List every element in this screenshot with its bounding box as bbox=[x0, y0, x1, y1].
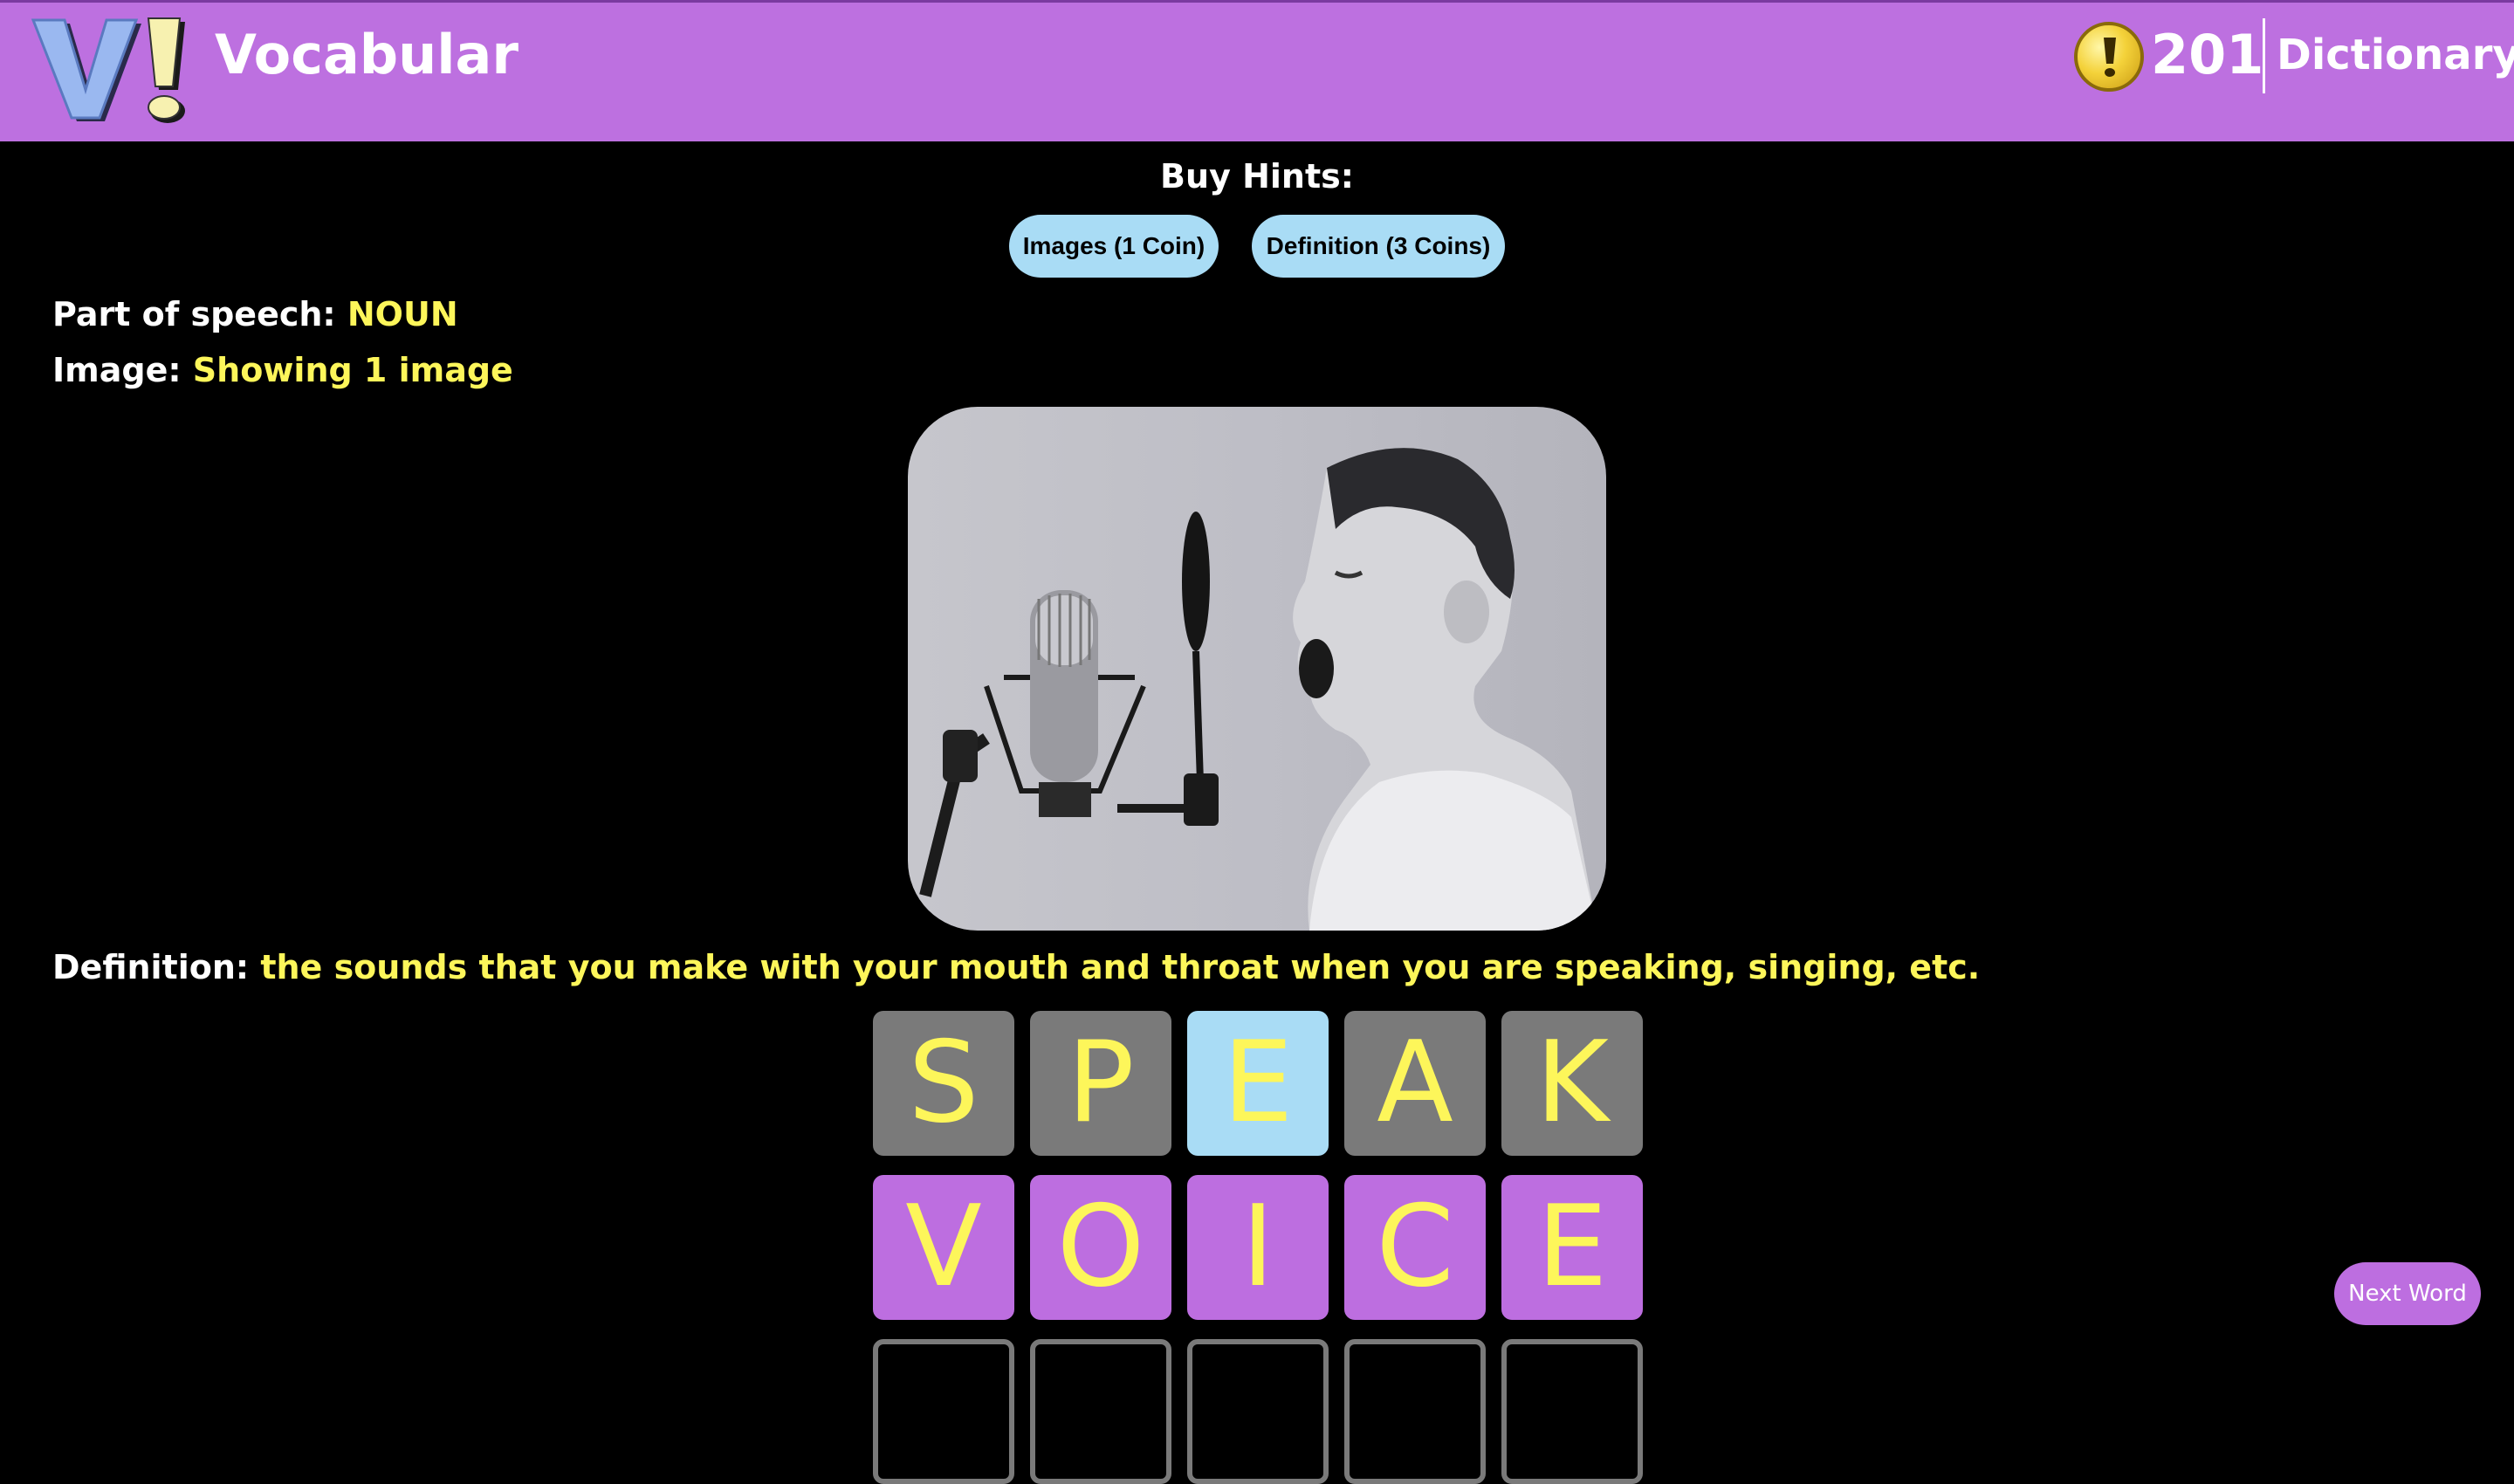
letter-tile bbox=[1187, 1339, 1329, 1484]
letter-tile: K bbox=[1501, 1011, 1643, 1156]
hint-image bbox=[908, 407, 1606, 931]
coin-icon bbox=[2074, 22, 2144, 92]
vocabular-logo[interactable] bbox=[30, 15, 204, 130]
dictionary-link[interactable]: Dictionary bbox=[2277, 31, 2514, 79]
letter-tile: C bbox=[1344, 1175, 1486, 1320]
letter-tile: S bbox=[873, 1011, 1014, 1156]
buy-hints-title: Buy Hints: bbox=[1160, 157, 1354, 196]
app-title[interactable]: Vocabular bbox=[215, 24, 519, 86]
letter-tile: I bbox=[1187, 1175, 1329, 1320]
definition-line: Definition: the sounds that you make wit… bbox=[52, 946, 1980, 988]
letter-tile: O bbox=[1030, 1175, 1171, 1320]
definition-label: Definition: bbox=[52, 948, 250, 986]
letter-tile: V bbox=[873, 1175, 1014, 1320]
part-of-speech-line: Part of speech: NOUN bbox=[52, 293, 458, 335]
buy-images-hint-button[interactable]: Images (1 Coin) bbox=[1009, 215, 1219, 278]
letter-tile: E bbox=[1187, 1011, 1329, 1156]
part-of-speech-value: NOUN bbox=[347, 295, 458, 333]
coin-count: 201 bbox=[2151, 23, 2264, 86]
letter-tile bbox=[1344, 1339, 1486, 1484]
header-divider bbox=[2263, 18, 2265, 93]
image-count-value: Showing 1 image bbox=[192, 351, 513, 389]
buy-definition-hint-button[interactable]: Definition (3 Coins) bbox=[1252, 215, 1505, 278]
part-of-speech-label: Part of speech: bbox=[52, 295, 336, 333]
letter-tile: P bbox=[1030, 1011, 1171, 1156]
letter-tile: A bbox=[1344, 1011, 1486, 1156]
definition-value: the sounds that you make with your mouth… bbox=[260, 948, 1981, 986]
image-info-line: Image: Showing 1 image bbox=[52, 349, 513, 391]
top-bar: Vocabular 201 Dictionary bbox=[0, 0, 2514, 141]
letter-tile bbox=[1030, 1339, 1171, 1484]
next-word-button[interactable]: Next Word bbox=[2334, 1262, 2481, 1325]
letter-tile bbox=[873, 1339, 1014, 1484]
letter-tile: E bbox=[1501, 1175, 1643, 1320]
image-label: Image: bbox=[52, 351, 182, 389]
letter-tile bbox=[1501, 1339, 1643, 1484]
